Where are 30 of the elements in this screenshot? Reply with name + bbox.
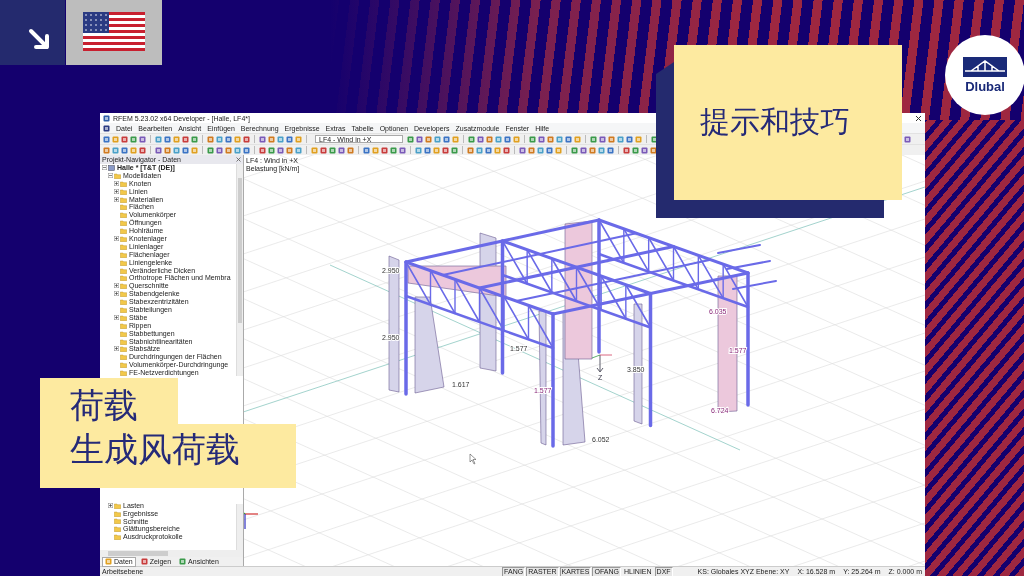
expander-icon[interactable] — [108, 502, 113, 508]
topic-note: 生成风荷载 — [40, 424, 296, 488]
expander-icon[interactable] — [114, 314, 119, 320]
tip-note: 提示和技巧 — [674, 45, 902, 200]
flag-tab[interactable] — [66, 0, 162, 65]
bridge-icon — [963, 56, 1007, 77]
model-icon — [108, 164, 115, 171]
expander-icon[interactable] — [114, 180, 119, 186]
close-icon[interactable] — [915, 114, 922, 122]
topic-note: 荷载 — [40, 378, 178, 424]
expander-icon[interactable] — [114, 236, 119, 241]
expander-icon[interactable] — [114, 291, 119, 297]
scrollbar-track[interactable] — [236, 504, 243, 550]
expander-icon[interactable] — [114, 283, 119, 289]
scrollbar-thumb[interactable] — [108, 551, 168, 556]
expander-icon[interactable] — [102, 165, 107, 170]
axis-icon — [591, 354, 613, 373]
cursor-icon — [469, 453, 477, 465]
expander-icon[interactable] — [108, 172, 113, 178]
tab-icon — [105, 558, 112, 565]
expander-icon[interactable] — [114, 346, 119, 352]
flag-icon[interactable] — [83, 12, 145, 54]
scrollbar-thumb[interactable] — [238, 178, 242, 323]
logo-text: Dlubal — [965, 78, 1005, 94]
tab-icon — [179, 558, 187, 565]
expander-icon[interactable] — [114, 196, 119, 202]
scrollbar[interactable] — [236, 164, 243, 376]
menu-icon[interactable] — [103, 124, 110, 132]
expander-icon[interactable] — [114, 188, 119, 194]
tab-icon — [140, 558, 148, 565]
